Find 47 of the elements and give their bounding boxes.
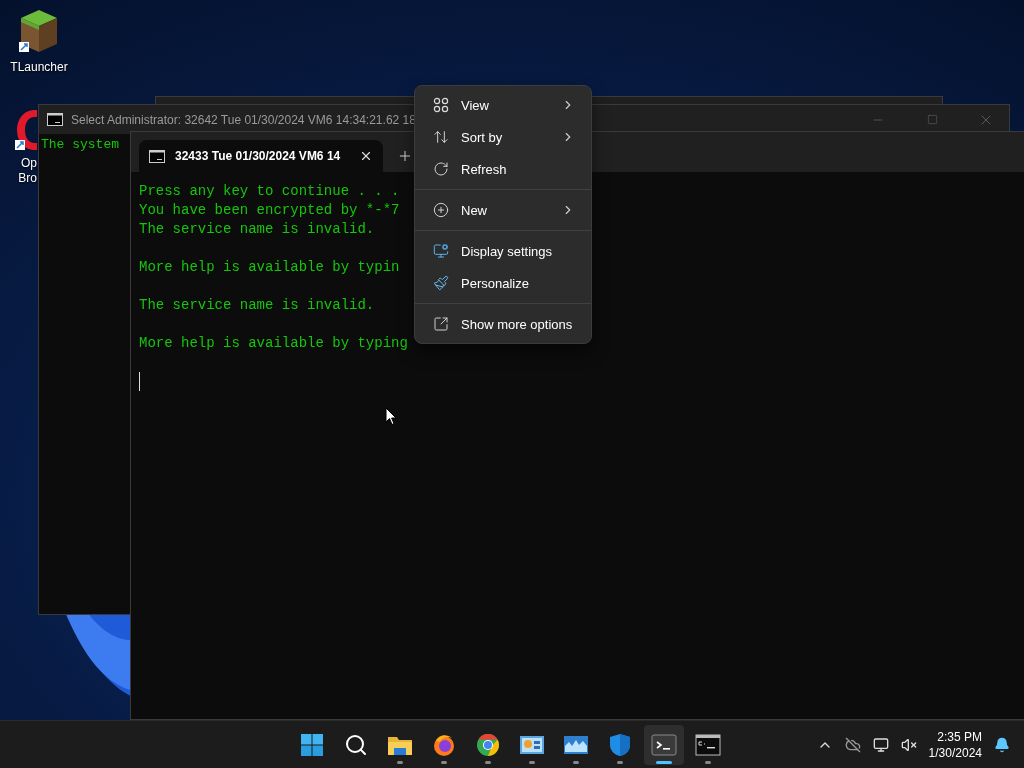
windows-logo-icon <box>300 733 324 757</box>
menu-item[interactable]: New <box>419 194 587 226</box>
tab-title: 32433 Tue 01/30/2024 VM6 14 <box>175 149 342 163</box>
network-icon[interactable] <box>872 737 889 753</box>
taskbar-button[interactable] <box>644 725 684 765</box>
add-icon <box>433 202 449 218</box>
mouse-pointer-icon <box>385 407 397 426</box>
console-line: The system <box>41 136 119 154</box>
console-line: The service name is invalid. <box>139 296 375 315</box>
menu-item[interactable]: Personalize <box>419 267 587 299</box>
menu-item[interactable]: Show more options <box>419 308 587 340</box>
console-line: The service name is invalid. <box>139 220 375 239</box>
text-cursor <box>139 372 140 391</box>
sort-icon <box>433 129 449 145</box>
desktop-icon-label[interactable]: TLauncher <box>10 60 68 75</box>
search-icon <box>344 733 368 757</box>
chrome-icon <box>476 733 500 757</box>
expand-icon <box>433 316 449 332</box>
console-line: More help is available by typing <box>139 334 408 353</box>
clock[interactable]: 2:35 PM 1/30/2024 <box>928 729 982 761</box>
close-icon[interactable] <box>359 149 373 163</box>
console-line: More help is available by typin <box>139 258 400 277</box>
menu-item[interactable]: Refresh <box>419 153 587 185</box>
performance-chart-icon <box>563 734 589 756</box>
menu-item[interactable]: Display settings <box>419 235 587 267</box>
console-line: Press any key to continue . . . <box>139 182 400 201</box>
menu-item[interactable]: Sort by <box>419 121 587 153</box>
folder-icon <box>387 734 413 756</box>
brush-icon <box>433 275 449 291</box>
dashboard-icon <box>519 734 545 756</box>
terminal-icon <box>651 734 677 756</box>
desktop-icon-label[interactable]: Op Bro <box>18 156 37 186</box>
console-line: You have been encrypted by *-*7 <box>139 201 400 220</box>
menu-item[interactable]: View <box>419 89 587 121</box>
notification-bell-icon[interactable] <box>994 737 1010 753</box>
fox-globe-icon <box>432 733 456 757</box>
terminal-tab[interactable]: 32433 Tue 01/30/2024 VM6 14 <box>139 140 383 172</box>
grid-icon <box>433 97 449 113</box>
cloud-off-icon[interactable] <box>844 737 861 753</box>
volume-mute-icon[interactable] <box>900 737 917 753</box>
console-icon <box>47 113 63 126</box>
plus-icon[interactable] <box>397 148 413 164</box>
display-settings-icon <box>433 243 449 259</box>
shield-icon <box>609 733 631 757</box>
refresh-icon <box>433 161 449 177</box>
command-prompt-icon <box>695 734 721 756</box>
console-icon <box>149 149 165 163</box>
